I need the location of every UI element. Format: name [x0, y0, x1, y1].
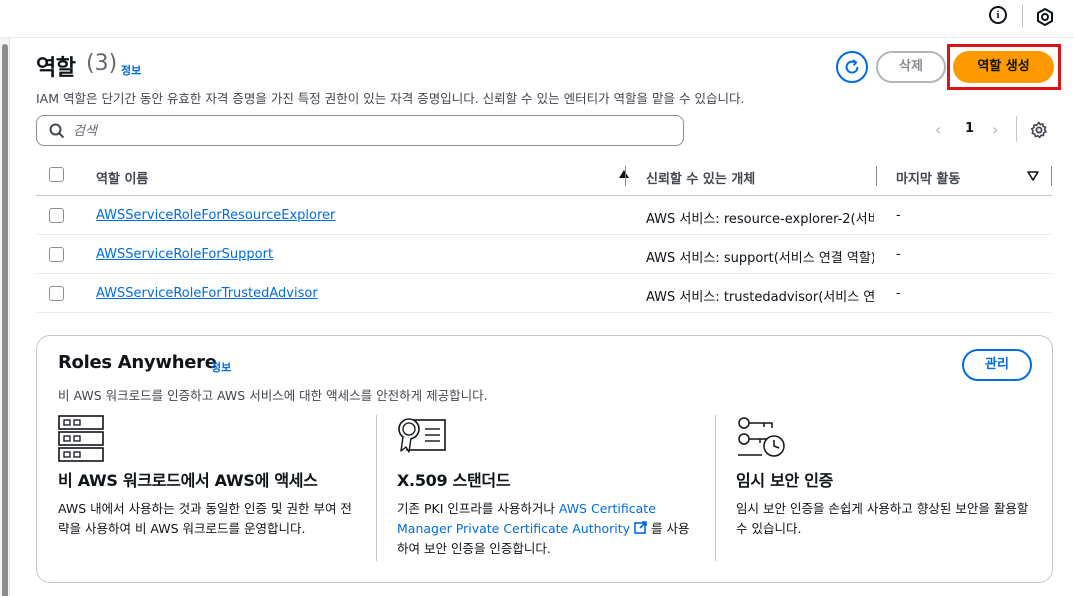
trusted-entity-service: AWS 서비스: trustedadvisor	[646, 290, 819, 305]
column-trusted-entity[interactable]: 신뢰할 수 있는 개체	[646, 168, 755, 187]
external-link-icon[interactable]	[634, 521, 647, 534]
last-activity: -	[896, 208, 901, 223]
sort-ascending-icon[interactable]	[619, 170, 629, 178]
column-resizer[interactable]	[1051, 166, 1052, 186]
role-count: (3)	[86, 51, 118, 76]
sort-descending-icon[interactable]	[1027, 171, 1039, 181]
column-role-name[interactable]: 역할 이름	[96, 168, 148, 187]
feature-x509: X.509 스탠더드 기존 PKI 인프라를 사용하거나 AWS Certifi…	[397, 415, 715, 561]
last-activity: -	[896, 247, 901, 262]
refresh-icon	[845, 59, 859, 74]
feature-heading: X.509 스탠더드	[397, 471, 511, 490]
refresh-button[interactable]	[836, 51, 868, 83]
feature-non-aws-access: 비 AWS 워크로드에서 AWS에 액세스 AWS 내에서 사용하는 것과 동일…	[58, 415, 376, 561]
gear-icon[interactable]	[1030, 121, 1048, 139]
row-checkbox[interactable]	[49, 286, 64, 301]
column-resizer[interactable]	[625, 166, 626, 186]
keys-clock-icon	[738, 417, 785, 457]
info-link[interactable]: 정보	[211, 359, 231, 375]
divider	[1022, 4, 1023, 28]
highlight-box	[947, 44, 1061, 90]
service-linked-role-tag[interactable]: (서비스 연결 역할)	[818, 290, 874, 305]
role-name-link[interactable]: AWSServiceRoleForTrustedAdvisor	[96, 286, 318, 301]
divider	[1016, 116, 1017, 142]
pagination-prev[interactable]: ‹	[935, 120, 941, 139]
divider	[715, 415, 716, 561]
info-link[interactable]: 정보	[121, 62, 141, 78]
hexagon-settings-icon[interactable]	[1036, 8, 1054, 26]
trusted-entity: AWS 서비스: trustedadvisor(서비스 연결 역할)	[646, 286, 874, 305]
row-checkbox[interactable]	[49, 247, 64, 262]
search-icon	[49, 123, 65, 139]
pagination-page[interactable]: 1	[965, 121, 974, 136]
column-last-activity[interactable]: 마지막 활동	[896, 168, 960, 187]
trusted-entity: AWS 서비스: support(서비스 연결 역할)	[646, 247, 874, 266]
page-description: IAM 역할은 단기간 동안 유효한 자격 증명을 가진 특정 권한이 있는 자…	[36, 91, 745, 106]
divider	[376, 415, 377, 561]
feature-body: 기존 PKI 인프라를 사용하거나 AWS Certificate Manage…	[397, 499, 697, 559]
card-title: Roles Anywhere	[58, 352, 217, 373]
table-header: 역할 이름 신뢰할 수 있는 개체 마지막 활동	[36, 156, 1052, 196]
manage-button[interactable]: 관리	[962, 349, 1032, 381]
feature-heading: 임시 보안 인증	[736, 471, 834, 490]
select-all-checkbox[interactable]	[49, 167, 64, 182]
feature-body-text: 기존 PKI 인프라를 사용하거나	[397, 501, 559, 516]
scroll-thumb[interactable]	[2, 44, 8, 596]
last-activity: -	[896, 286, 901, 301]
feature-body: 임시 보안 인증을 손쉽게 사용하고 향상된 보안을 활용할 수 있습니다.	[736, 501, 1029, 536]
certificate-icon	[398, 418, 446, 453]
feature-body: AWS 내에서 사용하는 것과 동일한 인증 및 권한 부여 전략을 사용하여 …	[58, 501, 352, 536]
card-description: 비 AWS 워크로드를 인증하고 AWS 서비스에 대한 액세스를 안전하게 제…	[58, 388, 488, 403]
trusted-entity-service: AWS 서비스: support	[646, 251, 774, 266]
table-row[interactable]: AWSServiceRoleForTrustedAdvisor AWS 서비스:…	[36, 274, 1052, 313]
service-linked-role-tag[interactable]: (서비스 연결 역할)	[850, 212, 874, 227]
trusted-entity: AWS 서비스: resource-explorer-2(서비스 연결 역할)	[646, 208, 874, 227]
search-input[interactable]	[73, 121, 663, 141]
role-name-link[interactable]: AWSServiceRoleForSupport	[96, 247, 273, 262]
left-scrollbar[interactable]	[0, 38, 10, 596]
feature-heading: 비 AWS 워크로드에서 AWS에 액세스	[58, 471, 318, 490]
table-row[interactable]: AWSServiceRoleForResourceExplorer AWS 서비…	[36, 196, 1052, 235]
table-row[interactable]: AWSServiceRoleForSupport AWS 서비스: suppor…	[36, 235, 1052, 274]
server-rack-icon	[58, 415, 104, 462]
service-linked-role-tag[interactable]: (서비스 연결 역할)	[773, 251, 874, 266]
roles-anywhere-card: Roles Anywhere 정보 관리 비 AWS 워크로드를 인증하고 AW…	[36, 335, 1053, 583]
column-resizer[interactable]	[876, 166, 877, 186]
row-checkbox[interactable]	[49, 208, 64, 223]
info-circle-icon[interactable]: i	[989, 6, 1007, 24]
pagination-next[interactable]: ›	[992, 120, 998, 139]
delete-button[interactable]: 삭제	[876, 51, 946, 83]
roles-page: 역할 (3) 정보 IAM 역할은 단기간 동안 유효한 자격 증명을 가진 특…	[20, 38, 1074, 596]
page-title: 역할	[36, 56, 76, 81]
feature-temp-credentials: 임시 보안 인증 임시 보안 인증을 손쉽게 사용하고 향상된 보안을 활용할 …	[736, 415, 1054, 561]
search-field[interactable]	[36, 115, 684, 146]
role-name-link[interactable]: AWSServiceRoleForResourceExplorer	[96, 208, 335, 223]
trusted-entity-service: AWS 서비스: resource-explorer-2	[646, 212, 851, 227]
top-utility-bar: i	[0, 0, 1074, 38]
